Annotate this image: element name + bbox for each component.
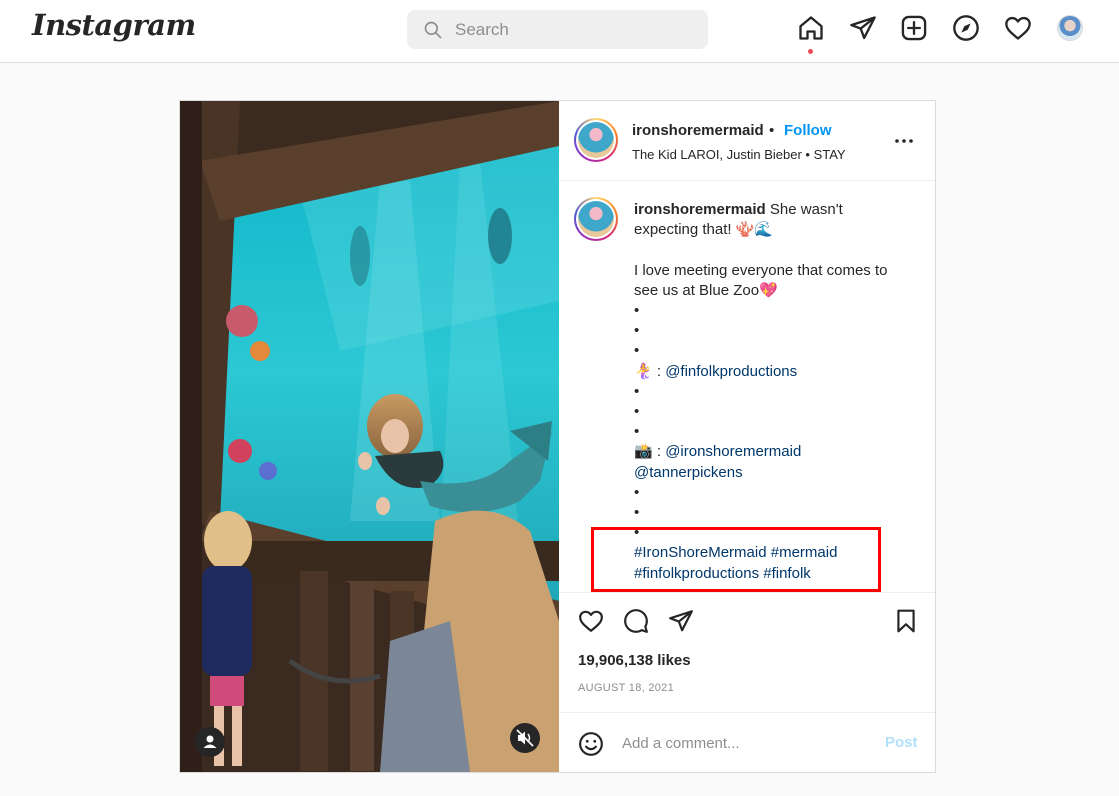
post-date[interactable]: AUGUST 18, 2021 [578, 682, 674, 694]
mention-link[interactable]: @finfolkproductions [665, 363, 797, 380]
caption-bullet: • [634, 322, 640, 340]
home-icon[interactable] [797, 14, 825, 42]
follow-button[interactable]: Follow [784, 122, 832, 139]
search-icon [424, 21, 442, 39]
share-send-icon[interactable] [668, 608, 694, 634]
audio-attribution[interactable]: The Kid LAROI, Justin Bieber • STAY [632, 147, 846, 162]
notification-dot [808, 49, 813, 54]
comment-input[interactable] [622, 728, 872, 758]
caption-bullet: • [634, 382, 640, 400]
speaker-muted-icon [516, 729, 534, 747]
post-header: ironshoremermaid • Follow The Kid LAROI,… [559, 101, 935, 181]
caption-area: ironshoremermaid She wasn't expecting th… [559, 182, 935, 592]
activity-heart-icon[interactable] [1004, 14, 1032, 42]
author-username[interactable]: ironshoremermaid [632, 122, 764, 139]
comment-bubble-icon[interactable] [623, 608, 649, 634]
top-nav-bar: Instagram [0, 0, 1119, 63]
new-post-icon[interactable] [900, 14, 928, 42]
search-input[interactable] [455, 10, 695, 49]
post-card: ironshoremermaid • Follow The Kid LAROI,… [179, 100, 936, 773]
caption-bullet: • [634, 342, 640, 360]
post-actions-bar [559, 592, 935, 642]
like-heart-icon[interactable] [578, 608, 604, 634]
caption-line: expecting that! 🪸🌊 [634, 221, 774, 239]
more-options-icon[interactable] [893, 131, 915, 151]
hashtag-link[interactable]: #mermaid [771, 544, 838, 561]
caption-bullet: • [634, 423, 640, 441]
post-sidebar: ironshoremermaid • Follow The Kid LAROI,… [559, 101, 935, 772]
credit-prefix: 📸 : [634, 443, 666, 461]
caption-line: see us at Blue Zoo💖 [634, 281, 778, 299]
explore-compass-icon[interactable] [952, 14, 980, 42]
search-box[interactable] [407, 10, 708, 49]
mention-link[interactable]: @tannerpickens [634, 464, 743, 481]
hashtag-link[interactable]: #IronShoreMermaid [634, 544, 767, 561]
mute-toggle-button[interactable] [510, 723, 540, 753]
caption-line: She wasn't [769, 201, 843, 218]
likes-count[interactable]: 19,906,138 likes [578, 652, 691, 669]
caption-author-avatar[interactable] [574, 197, 618, 241]
tagged-users-button[interactable] [195, 727, 225, 757]
caption-line: I love meeting everyone that comes to [634, 261, 888, 279]
mention-link[interactable]: @ironshoremermaid [665, 443, 801, 460]
caption-bullet: • [634, 483, 640, 501]
direct-send-icon[interactable] [849, 14, 877, 42]
caption-text: ironshoremermaid She wasn't expecting th… [634, 200, 919, 584]
instagram-logo[interactable]: Instagram [32, 8, 196, 42]
post-video[interactable] [180, 101, 559, 772]
author-avatar[interactable] [574, 118, 618, 162]
caption-bullet: • [634, 524, 640, 542]
profile-avatar[interactable] [1057, 15, 1083, 41]
credit-prefix: 🧜‍♀️ : [634, 362, 666, 380]
header-separator: • [769, 122, 775, 139]
post-comment-button[interactable]: Post [885, 734, 918, 751]
caption-bullet: • [634, 504, 640, 522]
emoji-smiley-icon[interactable] [578, 731, 604, 757]
hashtag-link[interactable]: #finfolk [763, 565, 811, 582]
caption-username[interactable]: ironshoremermaid [634, 201, 766, 218]
user-icon [203, 735, 217, 748]
video-frame-illustration [180, 101, 559, 772]
save-bookmark-icon[interactable] [893, 608, 919, 634]
hashtag-link[interactable]: #finfolkproductions [634, 565, 759, 582]
caption-bullet: • [634, 302, 640, 319]
caption-bullet: • [634, 403, 640, 421]
add-comment-bar: Post [559, 712, 935, 772]
